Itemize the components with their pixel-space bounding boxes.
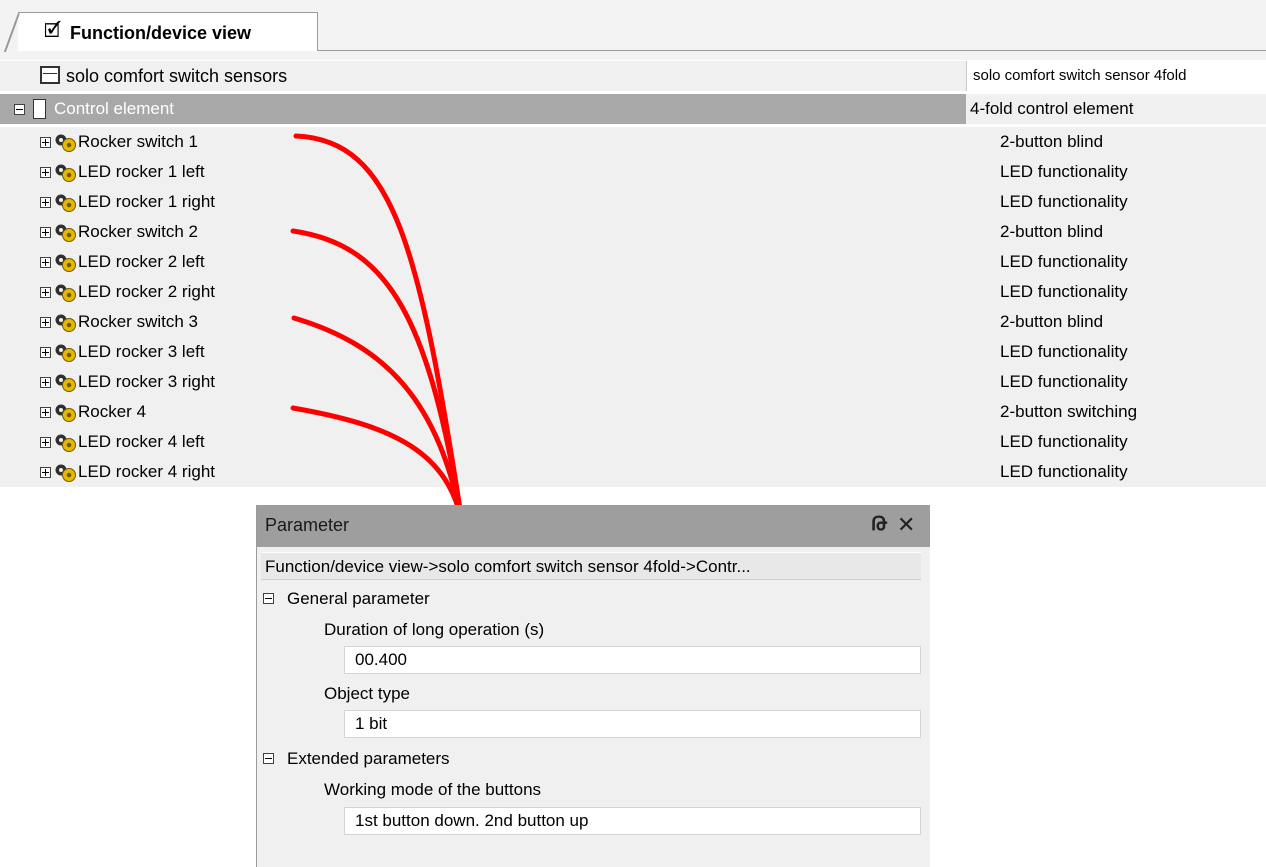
tree-item-function: LED functionality [1000, 252, 1128, 271]
tree-item-function: LED functionality [1000, 162, 1128, 181]
gear-icon [53, 313, 77, 333]
tree-row[interactable]: Rocker 4 2-button switching [0, 397, 1266, 427]
expand-icon[interactable] [40, 467, 51, 478]
tree-item-function: LED functionality [1000, 282, 1128, 301]
expand-icon[interactable] [40, 167, 51, 178]
close-icon[interactable]: ✕ [897, 512, 915, 538]
expand-icon[interactable] [40, 407, 51, 418]
expand-icon[interactable] [40, 197, 51, 208]
tree-item-function: 2-button blind [1000, 132, 1104, 151]
tree-item-label: LED rocker 2 right [78, 282, 215, 301]
tree-item-function: LED functionality [1000, 462, 1128, 481]
device-group-label: solo comfort switch sensors [66, 66, 288, 86]
control-element-label: Control element [54, 99, 175, 118]
tree-row-control-element[interactable]: Control element 4-fold control element [0, 94, 1266, 124]
gear-icon [53, 133, 77, 153]
expand-icon[interactable] [40, 377, 51, 388]
tab-strip: 🗹 Function/device view [0, 0, 1266, 60]
tree-item-function: LED functionality [1000, 372, 1128, 391]
panel-title: Parameter [265, 515, 350, 535]
tree-item-function: 2-button blind [1000, 222, 1104, 241]
gear-icon [53, 163, 77, 183]
pin-icon[interactable]: Թ [871, 513, 887, 536]
control-element-icon [33, 99, 46, 119]
working-mode-field[interactable]: 1st button down. 2nd button up [344, 807, 921, 835]
object-type-label: Object type [324, 684, 410, 703]
tab-divider [318, 50, 1266, 51]
tree-item-function: 2-button blind [1000, 312, 1104, 331]
expand-icon[interactable] [40, 257, 51, 268]
collapse-icon[interactable] [14, 104, 25, 115]
collapse-icon[interactable] [263, 753, 274, 764]
working-mode-label: Working mode of the buttons [324, 780, 542, 799]
gear-icon [53, 373, 77, 393]
tree-row[interactable]: Rocker switch 2 2-button blind [0, 217, 1266, 247]
panel-title-bar: Parameter Թ ✕ [257, 505, 930, 547]
breadcrumb: Function/device view->solo comfort switc… [261, 552, 921, 580]
gear-icon [53, 433, 77, 453]
tree-item-label: Rocker 4 [78, 402, 147, 421]
tree-row[interactable]: LED rocker 2 left LED functionality [0, 247, 1266, 277]
gear-icon [53, 193, 77, 213]
gear-icon [53, 403, 77, 423]
device-icon [40, 66, 60, 84]
tree-row[interactable]: LED rocker 1 right LED functionality [0, 187, 1266, 217]
collapse-icon[interactable] [263, 593, 274, 604]
tree-item-label: LED rocker 3 right [78, 372, 215, 391]
gear-icon [53, 223, 77, 243]
expand-icon[interactable] [40, 437, 51, 448]
gear-icon [53, 253, 77, 273]
tree-row[interactable]: LED rocker 4 left LED functionality [0, 427, 1266, 457]
object-type-field[interactable]: 1 bit [344, 710, 921, 738]
tree-row[interactable]: Rocker switch 1 2-button blind [0, 127, 1266, 157]
tree-item-label: Rocker switch 2 [78, 222, 198, 241]
expand-icon[interactable] [40, 227, 51, 238]
tree-item-function: LED functionality [1000, 342, 1128, 361]
parameter-panel: Parameter Թ ✕ Function/device view->solo… [256, 505, 930, 867]
group-label: General parameter [287, 589, 430, 608]
gear-icon [53, 283, 77, 303]
gear-icon [53, 463, 77, 483]
gear-icon [53, 343, 77, 363]
tree-row[interactable]: Rocker switch 3 2-button blind [0, 307, 1266, 337]
tab-edge [4, 13, 20, 52]
expand-icon[interactable] [40, 317, 51, 328]
tree-item-function: LED functionality [1000, 432, 1128, 451]
long-operation-label: Duration of long operation (s) [324, 620, 545, 639]
tree-item-label: LED rocker 4 left [78, 432, 205, 451]
control-element-function: 4-fold control element [970, 99, 1134, 118]
long-operation-field[interactable]: 00.400 [344, 646, 921, 674]
tree-row[interactable]: LED rocker 1 left LED functionality [0, 157, 1266, 187]
group-label: Extended parameters [287, 749, 450, 768]
tree-item-label: Rocker switch 1 [78, 132, 198, 151]
tree-item-label: LED rocker 2 left [78, 252, 205, 271]
tree-item-label: LED rocker 3 left [78, 342, 205, 361]
tab-label: Function/device view [70, 23, 252, 43]
checkbox-pin-icon: 🗹 [44, 21, 61, 42]
tree-header-row[interactable]: solo comfort switch sensors solo comfort… [0, 61, 1266, 91]
tree-row[interactable]: LED rocker 2 right LED functionality [0, 277, 1266, 307]
tree-item-function: 2-button switching [1000, 402, 1138, 421]
expand-icon[interactable] [40, 287, 51, 298]
expand-icon[interactable] [40, 137, 51, 148]
tree-row[interactable]: LED rocker 4 right LED functionality [0, 457, 1266, 487]
device-type-label: solo comfort switch sensor 4fold [973, 67, 1187, 84]
tree-item-label: LED rocker 1 right [78, 192, 215, 211]
tree-item-label: LED rocker 1 left [78, 162, 205, 181]
tree-item-function: LED functionality [1000, 192, 1128, 211]
expand-icon[interactable] [40, 347, 51, 358]
tab-function-device-view[interactable]: 🗹 Function/device view [18, 12, 318, 51]
tree-item-label: LED rocker 4 right [78, 462, 215, 481]
tree-item-label: Rocker switch 3 [78, 312, 198, 331]
tree-row[interactable]: LED rocker 3 left LED functionality [0, 337, 1266, 367]
tree-row[interactable]: LED rocker 3 right LED functionality [0, 367, 1266, 397]
